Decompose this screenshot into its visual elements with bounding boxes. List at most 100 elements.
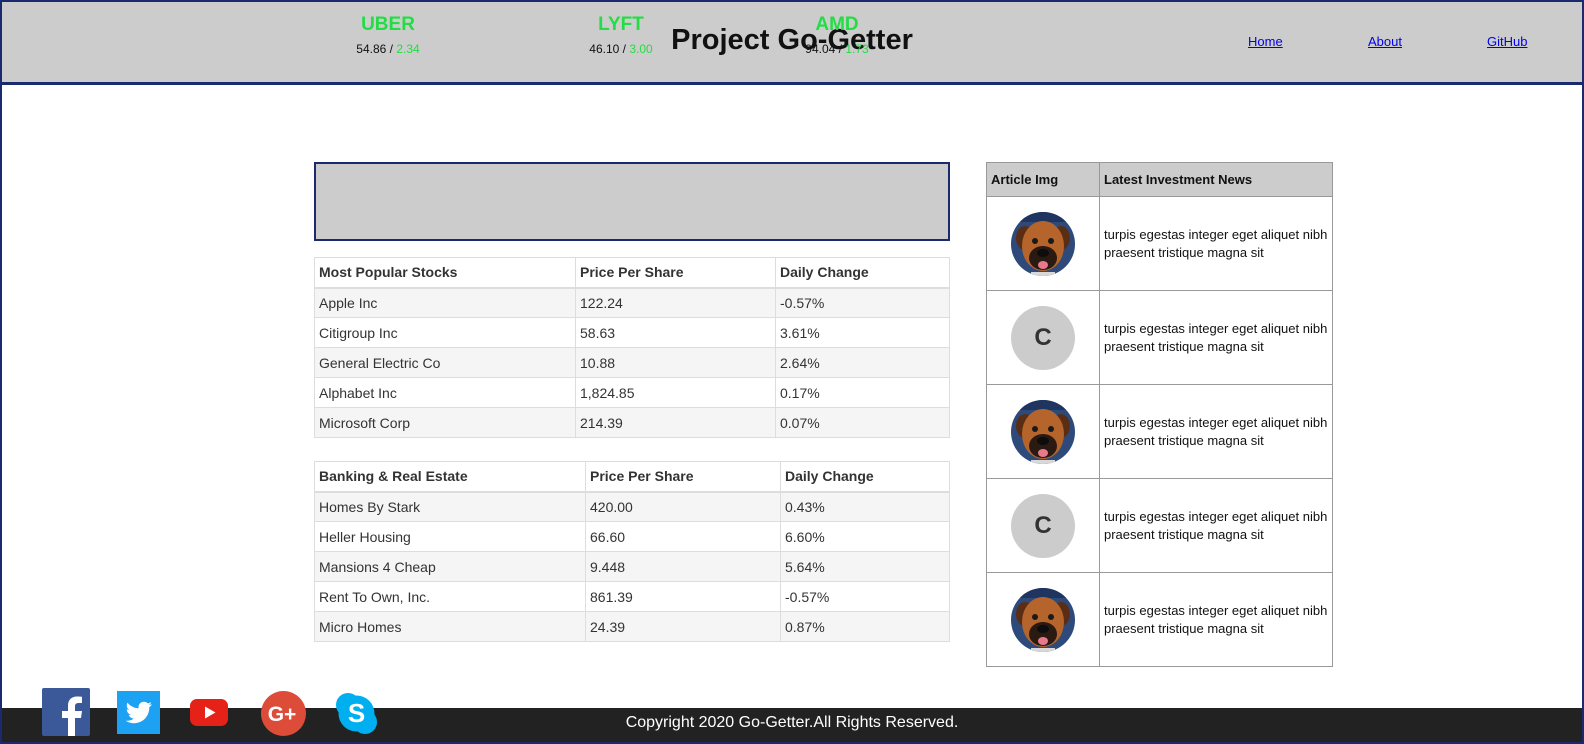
stock-change: 5.64% [780, 551, 950, 582]
stock-change: 6.60% [780, 521, 950, 552]
stock-name: Apple Inc [314, 287, 576, 318]
stock-change: 3.61% [775, 317, 950, 348]
table-row: Heller Housing 66.60 6.60% [314, 521, 950, 552]
skype-icon[interactable]: S [334, 691, 379, 741]
stock-price: 9.448 [585, 551, 781, 582]
stock-name: Citigroup Inc [314, 317, 576, 348]
news-row: turpis egestas integer eget aliquet nibh… [986, 384, 1333, 479]
column-header: Most Popular Stocks [314, 257, 576, 289]
stock-price: 66.60 [585, 521, 781, 552]
stock-price: 1,824.85 [575, 377, 776, 408]
ticker-price: 46.10 [589, 42, 620, 56]
nav-link-github[interactable]: GitHub [1487, 34, 1527, 49]
table-row: Citigroup Inc 58.63 3.61% [314, 317, 950, 348]
youtube-icon[interactable] [190, 699, 228, 731]
letter-avatar: C [1011, 493, 1075, 558]
nav-link-about[interactable]: About [1368, 34, 1402, 49]
google-plus-icon[interactable]: G+ [261, 691, 306, 741]
article-image-cell: C [986, 478, 1100, 573]
ticker-item-lyft: LYFT 46.10 / 3.00 [541, 14, 701, 56]
facebook-icon[interactable] [42, 688, 90, 741]
ticker-change: 2.34 [396, 42, 420, 56]
table-row: General Electric Co 10.88 2.64% [314, 347, 950, 378]
column-header: Latest Investment News [1099, 162, 1333, 197]
stock-change: 0.07% [775, 407, 950, 438]
ticker-price: 94.04 [805, 42, 836, 56]
news-summary: turpis egestas integer eget aliquet nibh… [1099, 572, 1333, 667]
ticker-symbol: LYFT [598, 14, 644, 35]
svg-text:S: S [348, 698, 365, 728]
ticker-values: 54.86 / 2.34 [308, 42, 468, 56]
copyright-text: Copyright 2020 Go-Getter.All Rights Rese… [625, 714, 959, 731]
news-summary: turpis egestas integer eget aliquet nibh… [1099, 384, 1333, 479]
stock-change: 2.64% [775, 347, 950, 378]
table-row: Mansions 4 Cheap 9.448 5.64% [314, 551, 950, 582]
investment-news-table: Article Img Latest Investment News turpi… [986, 162, 1333, 667]
column-header: Price Per Share [575, 257, 776, 289]
column-header: Daily Change [780, 461, 950, 493]
dog-photo [1011, 399, 1075, 464]
stock-price: 122.24 [575, 287, 776, 318]
column-header: Banking & Real Estate [314, 461, 586, 493]
news-summary: turpis egestas integer eget aliquet nibh… [1099, 478, 1333, 573]
stock-name: Micro Homes [314, 611, 586, 642]
ticker-separator: / [386, 42, 397, 56]
stock-price: 58.63 [575, 317, 776, 348]
stock-name: Heller Housing [314, 521, 586, 552]
nav-link-home[interactable]: Home [1248, 34, 1283, 49]
table-row: Microsoft Corp 214.39 0.07% [314, 407, 950, 438]
stock-price: 861.39 [585, 581, 781, 612]
news-row: C turpis egestas integer eget aliquet ni… [986, 290, 1333, 385]
news-row: turpis egestas integer eget aliquet nibh… [986, 572, 1333, 667]
ticker-symbol: AMD [815, 14, 859, 35]
column-header: Article Img [986, 162, 1100, 197]
article-image-cell: C [986, 290, 1100, 385]
stock-price: 214.39 [575, 407, 776, 438]
ticker-symbol: UBER [361, 14, 415, 35]
ticker-separator: / [619, 42, 630, 56]
ticker-change: 3.00 [629, 42, 653, 56]
column-header: Price Per Share [585, 461, 781, 493]
table-row: Rent To Own, Inc. 861.39 -0.57% [314, 581, 950, 612]
news-summary: turpis egestas integer eget aliquet nibh… [1099, 196, 1333, 291]
article-image-cell [986, 196, 1100, 291]
table-header-row: Article Img Latest Investment News [986, 162, 1333, 197]
stock-name: Homes By Stark [314, 491, 586, 522]
table-row: Alphabet Inc 1,824.85 0.17% [314, 377, 950, 408]
twitter-icon[interactable] [117, 691, 160, 739]
ticker-separator: / [835, 42, 846, 56]
table-header-row: Most Popular Stocks Price Per Share Dail… [314, 257, 950, 289]
table-row: Homes By Stark 420.00 0.43% [314, 491, 950, 522]
news-row: turpis egestas integer eget aliquet nibh… [986, 196, 1333, 291]
stock-price: 420.00 [585, 491, 781, 522]
stock-price: 10.88 [575, 347, 776, 378]
stock-change: -0.57% [775, 287, 950, 318]
svg-text:G+: G+ [268, 703, 297, 726]
column-header: Daily Change [775, 257, 950, 289]
news-summary: turpis egestas integer eget aliquet nibh… [1099, 290, 1333, 385]
stock-ticker [314, 162, 950, 241]
banking-real-estate-table: Banking & Real Estate Price Per Share Da… [314, 461, 950, 642]
news-row: C turpis egestas integer eget aliquet ni… [986, 478, 1333, 573]
letter-avatar: C [1011, 305, 1075, 370]
stock-name: General Electric Co [314, 347, 576, 378]
stock-name: Alphabet Inc [314, 377, 576, 408]
popular-stocks-table: Most Popular Stocks Price Per Share Dail… [314, 257, 950, 438]
stock-change: -0.57% [780, 581, 950, 612]
table-header-row: Banking & Real Estate Price Per Share Da… [314, 461, 950, 493]
article-image-cell [986, 384, 1100, 479]
stock-change: 0.87% [780, 611, 950, 642]
dog-photo [1011, 211, 1075, 276]
ticker-values: 46.10 / 3.00 [541, 42, 701, 56]
table-row: Micro Homes 24.39 0.87% [314, 611, 950, 642]
dog-photo [1011, 587, 1075, 652]
stock-price: 24.39 [585, 611, 781, 642]
ticker-change: 1.73 [845, 42, 869, 56]
ticker-values: 94.04 / 1.73 [757, 42, 917, 56]
article-image-cell [986, 572, 1100, 667]
ticker-price: 54.86 [356, 42, 387, 56]
stock-change: 0.17% [775, 377, 950, 408]
stock-name: Rent To Own, Inc. [314, 581, 586, 612]
ticker-item-uber: UBER 54.86 / 2.34 [308, 14, 468, 56]
stock-name: Mansions 4 Cheap [314, 551, 586, 582]
